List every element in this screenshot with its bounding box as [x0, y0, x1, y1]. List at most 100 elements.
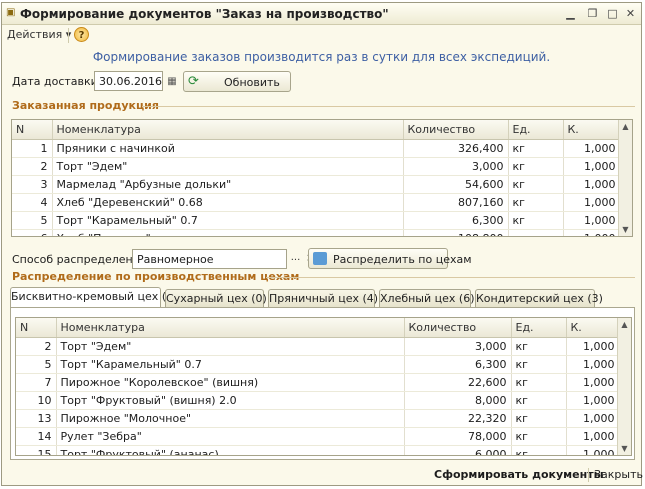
row-number[interactable]: 5: [16, 355, 57, 374]
restore-icon[interactable]: ❐: [586, 7, 599, 20]
item-quantity[interactable]: 22,600: [404, 373, 512, 392]
item-unit[interactable]: кг: [508, 139, 564, 158]
item-name[interactable]: Хлеб "Деревенский" 0.68: [52, 193, 404, 212]
column-header[interactable]: Количество: [403, 120, 509, 140]
tab-gingerbread[interactable]: Пряничный цех (4): [268, 289, 378, 307]
item-quantity[interactable]: 8,000: [404, 391, 512, 410]
distribution-method-field[interactable]: Равномерное: [132, 249, 287, 269]
close-icon[interactable]: ✕: [624, 7, 637, 20]
item-name[interactable]: Пирожное "Молочное": [56, 409, 405, 428]
column-header[interactable]: Номенклатура: [52, 120, 404, 140]
table-row[interactable]: 2 Торт "Эдем" 3,000 кг 1,000: [16, 337, 620, 356]
tab-biscuit-cream[interactable]: Бисквитно-кремовый цех (9): [10, 287, 177, 308]
item-unit[interactable]: кг: [511, 445, 567, 455]
row-number[interactable]: 6: [12, 229, 53, 236]
row-number[interactable]: 1: [12, 139, 53, 158]
item-unit[interactable]: кг: [511, 427, 567, 446]
table-row[interactable]: 2 Торт "Эдем" 3,000 кг 1,000: [12, 157, 621, 176]
item-name[interactable]: Хлеб "Полушки": [52, 229, 404, 236]
item-unit[interactable]: кг: [508, 193, 564, 212]
item-coefficient[interactable]: 1,000: [563, 211, 621, 230]
row-number[interactable]: 15: [16, 445, 57, 455]
column-header[interactable]: К.: [563, 120, 621, 140]
item-quantity[interactable]: 54,600: [403, 175, 509, 194]
item-quantity[interactable]: 6,000: [404, 445, 512, 455]
item-name[interactable]: Торт "Карамельный" 0.7: [56, 355, 405, 374]
row-number[interactable]: 10: [16, 391, 57, 410]
item-coefficient[interactable]: 1,000: [566, 373, 620, 392]
item-coefficient[interactable]: 1,000: [566, 445, 620, 455]
item-quantity[interactable]: 78,000: [404, 427, 512, 446]
row-number[interactable]: 5: [12, 211, 53, 230]
row-number[interactable]: 3: [12, 175, 53, 194]
item-unit[interactable]: кг: [508, 229, 564, 236]
item-quantity[interactable]: 3,000: [404, 337, 512, 356]
item-quantity[interactable]: 807,160: [403, 193, 509, 212]
item-name[interactable]: Мармелад "Арбузные дольки": [52, 175, 404, 194]
item-coefficient[interactable]: 1,000: [563, 157, 621, 176]
scroll-down-icon[interactable]: ▼: [619, 223, 632, 236]
row-number[interactable]: 2: [12, 157, 53, 176]
row-number[interactable]: 2: [16, 337, 57, 356]
table-row[interactable]: 5 Торт "Карамельный" 0.7 6,300 кг 1,000: [16, 355, 620, 374]
column-header[interactable]: N: [12, 120, 53, 140]
item-unit[interactable]: кг: [511, 337, 567, 356]
row-number[interactable]: 13: [16, 409, 57, 428]
item-unit[interactable]: кг: [508, 157, 564, 176]
item-quantity[interactable]: 6,300: [404, 355, 512, 374]
item-coefficient[interactable]: 1,000: [563, 229, 621, 236]
scroll-up-icon[interactable]: ▲: [618, 318, 631, 331]
row-number[interactable]: 4: [12, 193, 53, 212]
item-coefficient[interactable]: 1,000: [566, 355, 620, 374]
item-coefficient[interactable]: 1,000: [563, 175, 621, 194]
refresh-button[interactable]: ⟳ Обновить: [183, 71, 291, 92]
row-number[interactable]: 7: [16, 373, 57, 392]
tab-confectionery[interactable]: Кондитерский цех (3): [475, 289, 603, 307]
table-row[interactable]: 1 Пряники с начинкой 326,400 кг 1,000: [12, 139, 621, 158]
item-name[interactable]: Рулет "Зебра": [56, 427, 405, 446]
distribute-button[interactable]: Распределить по цехам: [308, 248, 472, 269]
item-name[interactable]: Пирожное "Королевское" (вишня): [56, 373, 405, 392]
help-button[interactable]: ?: [74, 27, 89, 42]
item-name[interactable]: Торт "Фруктовый" (вишня) 2.0: [56, 391, 405, 410]
calendar-icon[interactable]: ▦: [164, 73, 180, 91]
vertical-scrollbar[interactable]: ▲ ▼: [618, 120, 632, 236]
item-coefficient[interactable]: 1,000: [566, 391, 620, 410]
item-coefficient[interactable]: 1,000: [566, 337, 620, 356]
app-icon[interactable]: ▣: [6, 7, 18, 19]
table-row[interactable]: 7 Пирожное "Королевское" (вишня) 22,600 кг 1…: [16, 373, 620, 392]
scroll-down-icon[interactable]: ▼: [618, 442, 631, 455]
item-coefficient[interactable]: 1,000: [566, 409, 620, 428]
column-header[interactable]: N: [16, 318, 57, 338]
delivery-date-field[interactable]: 30.06.2016: [94, 71, 163, 91]
generate-documents-button[interactable]: Сформировать документы: [434, 468, 604, 481]
table-row[interactable]: 15 Торт "Фруктовый" (ананас) 6,000 кг 1,000: [16, 445, 620, 455]
scroll-up-icon[interactable]: ▲: [619, 120, 632, 133]
actions-menu[interactable]: Действия ▾: [7, 28, 71, 41]
column-header[interactable]: К.: [566, 318, 620, 338]
vertical-scrollbar[interactable]: ▲ ▼: [617, 318, 631, 455]
item-coefficient[interactable]: 1,000: [563, 193, 621, 212]
item-coefficient[interactable]: 1,000: [566, 427, 620, 446]
item-name[interactable]: Пряники с начинкой: [52, 139, 404, 158]
item-quantity[interactable]: 326,400: [403, 139, 509, 158]
table-row[interactable]: 13 Пирожное "Молочное" 22,320 кг 1,000: [16, 409, 620, 428]
item-name[interactable]: Торт "Эдем": [52, 157, 404, 176]
row-number[interactable]: 14: [16, 427, 57, 446]
item-unit[interactable]: кг: [511, 355, 567, 374]
item-name[interactable]: Торт "Фруктовый" (ананас): [56, 445, 405, 455]
item-quantity[interactable]: 6,300: [403, 211, 509, 230]
item-name[interactable]: Торт "Карамельный" 0.7: [52, 211, 404, 230]
close-button[interactable]: Закрыть: [594, 468, 643, 481]
item-quantity[interactable]: 22,320: [404, 409, 512, 428]
item-quantity[interactable]: 3,000: [403, 157, 509, 176]
column-header[interactable]: Ед.: [511, 318, 567, 338]
item-unit[interactable]: кг: [511, 391, 567, 410]
column-header[interactable]: Количество: [404, 318, 512, 338]
item-unit[interactable]: кг: [511, 409, 567, 428]
item-name[interactable]: Торт "Эдем": [56, 337, 405, 356]
table-row[interactable]: 6Хлеб "Полушки"108,800кг1,000: [12, 229, 621, 236]
table-row[interactable]: 5 Торт "Карамельный" 0.7 6,300 кг 1,000: [12, 211, 621, 230]
browse-button[interactable]: ...: [289, 250, 302, 268]
table-row[interactable]: 14 Рулет "Зебра" 78,000 кг 1,000: [16, 427, 620, 446]
